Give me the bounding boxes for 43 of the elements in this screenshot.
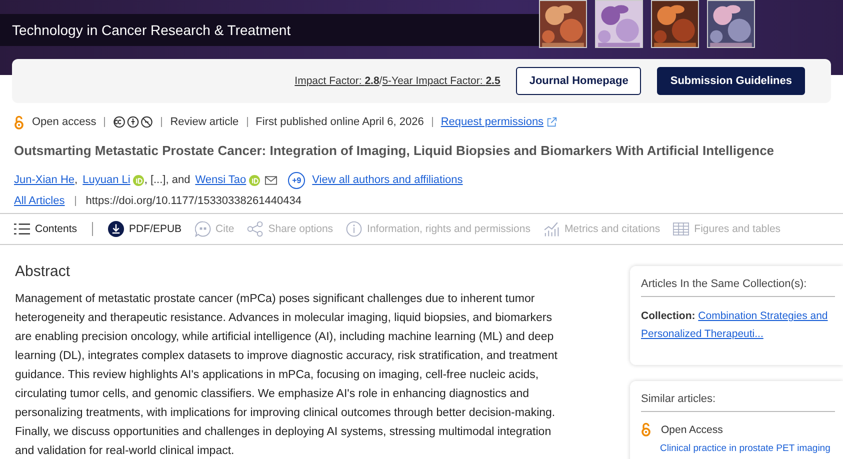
collection-text[interactable]: Collection: Combination Strategies and Personalized Therapeuti... (641, 307, 835, 343)
journal-title[interactable]: Technology in Cancer Research & Treatment (12, 22, 291, 38)
submission-button[interactable]: Submission Guidelines (657, 67, 805, 95)
email-icon[interactable] (265, 176, 278, 184)
open-access-label: Open Access (661, 424, 723, 436)
more-authors-badge[interactable]: +9 (288, 172, 306, 188)
pdf-button[interactable]: PDF/EPUB (108, 221, 182, 237)
info-icon (346, 221, 362, 237)
abstract-text: Management of metastatic prostate cancer (mPCa) poses significant challenges due to inherent tumor heterogeneity and therapeutic resistance. Advances in molecular imaging, liquid biopsies, and biomarkers are enabling precision oncology, while artificial intelligence (AI), including machine learning (ML) and deep learning (DL), integrates complex datasets to improve diagnostic accuracy, risk stratification, and treatment guidance. This review highlights AI's applications in mPCa, focusing on imaging, cell-free nucleic acids, circulating tumor cells, and genomic classifiers. We emphasize AI's role in enhancing diagnostics and personalizing treatments, with implications for improving clinical outcomes through better decision-making. Finally, we discuss opportunities and challenges in deploying AI systems, stressing multimodal integration and validation for real-world clinical impact. (15, 292, 558, 459)
chart-icon (543, 221, 560, 237)
contents-button[interactable]: Contents (14, 221, 78, 237)
request-permissions-link[interactable]: Request permissions (440, 116, 544, 128)
orcid-icon[interactable] (133, 174, 144, 186)
similar-article-link[interactable]: Clinical practice in prostate PET imaging (660, 443, 830, 455)
divider-slash: / (379, 75, 382, 87)
author-link[interactable]: Luyuan Li (82, 174, 130, 186)
download-icon (108, 221, 124, 237)
license-icon (113, 116, 154, 128)
view-all-authors-link[interactable]: View all authors and affiliations (312, 174, 463, 186)
external-link-icon (546, 117, 557, 127)
author-separator: , (74, 174, 78, 186)
table-icon (673, 221, 690, 237)
homepage-button[interactable]: Journal Homepage (516, 67, 642, 95)
doi-text: https://doi.org/10.1177/15330338261440434 (86, 195, 302, 207)
card-heading: Articles In the Same Collection(s): (641, 278, 835, 297)
share-icon (247, 221, 264, 237)
open-access-icon (14, 114, 24, 130)
quote-bubble-icon (194, 221, 211, 237)
orcid-icon[interactable] (249, 174, 260, 186)
article-type: Review article (170, 116, 239, 128)
publication-date: First published online April 6, 2026 (256, 116, 424, 128)
list-icon (14, 221, 30, 237)
abstract-heading: Abstract (15, 263, 72, 280)
impact-factor-link[interactable]: Impact Factor: 2.8 (294, 75, 380, 87)
card-heading: Similar articles: (641, 393, 835, 412)
author-link[interactable]: Jun-Xian He (14, 174, 75, 186)
all-articles-link[interactable]: All Articles (14, 195, 65, 207)
author-link[interactable]: Wensi Tao (195, 174, 246, 186)
author-separator: , [...], and (144, 174, 190, 186)
open-access-icon (641, 422, 651, 437)
article-title: Outsmarting Metastatic Prostate Cancer: Integration of Imaging, Liquid Biopsies and Biomarkers With Artificial Intelligence (14, 143, 776, 160)
open-access-label: Open access (32, 116, 96, 128)
five-year-impact-link[interactable]: 5-Year Impact Factor: 2.5 (382, 75, 500, 87)
